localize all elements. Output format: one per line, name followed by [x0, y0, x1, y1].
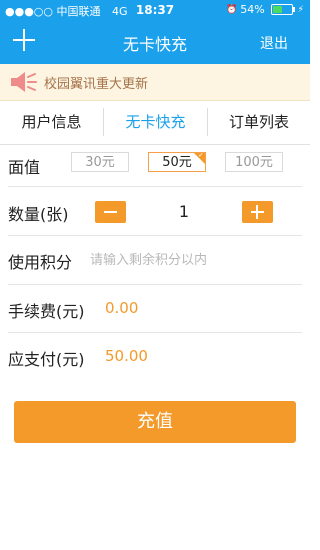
notice-text: 校园翼讯重大更新 [44, 77, 149, 92]
fee-row: 手续费(元) [8, 285, 302, 333]
status-right: ⏰ 54% ⚡ [226, 3, 304, 16]
face-value-label: 面值 [8, 158, 41, 177]
denomination-label: 50元 [162, 155, 192, 170]
battery-fill [272, 6, 283, 13]
denomination-30[interactable]: 30元 [71, 152, 129, 172]
plus-icon[interactable] [242, 201, 273, 223]
tab-order-list[interactable]: 订单列表 [208, 100, 310, 144]
tab-bar: 用户信息 无卡快充 订单列表 [0, 100, 310, 145]
quantity-value[interactable]: 1 [160, 201, 208, 223]
notice-bar[interactable]: 校园翼讯重大更新 [0, 64, 310, 101]
check-icon: ✓ [198, 152, 204, 159]
points-input[interactable] [90, 248, 290, 272]
speaker-icon [11, 72, 37, 92]
quantity-label: 数量(张) [8, 205, 69, 224]
payable-value: 50.00 [105, 347, 148, 365]
exit-button[interactable]: 退出 [260, 33, 288, 53]
battery-icon [270, 4, 295, 15]
fee-value: 0.00 [105, 299, 139, 317]
payable-label: 应支付(元) [8, 350, 85, 369]
denomination-50[interactable]: 50元 ✓ [148, 152, 206, 172]
tab-quick-charge[interactable]: 无卡快充 [104, 100, 207, 144]
status-bar: ●●●○○ 中国联通 4G 18:37 ⏰ 54% ⚡ [0, 0, 310, 20]
payable-row: 应支付(元) [8, 333, 302, 381]
tab-user-info[interactable]: 用户信息 [0, 100, 103, 144]
charging-icon: ⚡ [297, 4, 304, 15]
points-label: 使用积分 [8, 253, 73, 272]
top-bar: ●●●○○ 中国联通 4G 18:37 ⏰ 54% ⚡ 无卡快充 退出 [0, 0, 310, 64]
denomination-100[interactable]: 100元 [225, 152, 283, 172]
minus-icon[interactable] [95, 201, 126, 223]
battery-percent: 54% [240, 3, 265, 16]
charge-button[interactable]: 充值 [14, 401, 296, 443]
nav-bar: 无卡快充 退出 [0, 20, 310, 64]
fee-label: 手续费(元) [8, 302, 85, 321]
alarm-icon: ⏰ [226, 4, 238, 15]
